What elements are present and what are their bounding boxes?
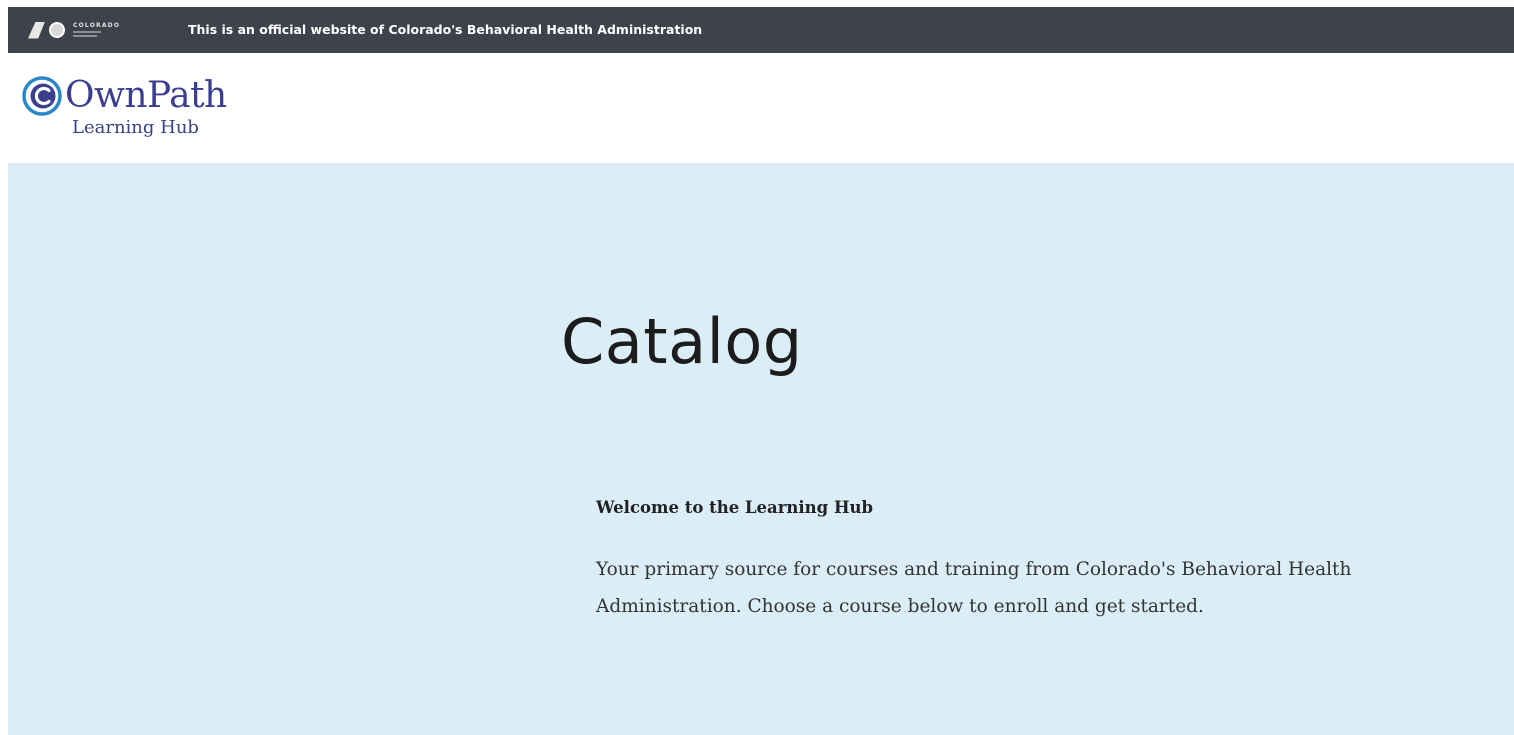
colorado-state-logo[interactable]: COLORADO bbox=[28, 18, 140, 42]
colorado-wordmark: COLORADO bbox=[73, 23, 120, 37]
official-site-banner: COLORADO This is an official website of … bbox=[8, 7, 1514, 53]
brand-name: OwnPath bbox=[65, 75, 227, 116]
catalog-hero: Catalog Welcome to the Learning Hub Your… bbox=[8, 163, 1514, 735]
ownpath-c-logo-icon bbox=[22, 76, 62, 116]
brand-subtitle: Learning Hub bbox=[72, 117, 199, 138]
official-site-notice: This is an official website of Colorado'… bbox=[188, 22, 703, 37]
site-header: OwnPath Learning Hub bbox=[8, 53, 1514, 163]
page-title: Catalog bbox=[561, 305, 803, 378]
colorado-c-shape-icon bbox=[28, 21, 45, 39]
colorado-seal-icon bbox=[49, 22, 65, 38]
wordmark-line-icon bbox=[73, 35, 97, 37]
colorado-wordmark-text: COLORADO bbox=[73, 22, 121, 29]
welcome-heading: Welcome to the Learning Hub bbox=[596, 498, 874, 517]
page-frame: COLORADO This is an official website of … bbox=[8, 7, 1514, 735]
ownpath-home-link[interactable]: OwnPath Learning Hub bbox=[22, 75, 262, 147]
welcome-description: Your primary source for courses and trai… bbox=[596, 559, 1352, 617]
wordmark-line-icon bbox=[73, 31, 101, 33]
